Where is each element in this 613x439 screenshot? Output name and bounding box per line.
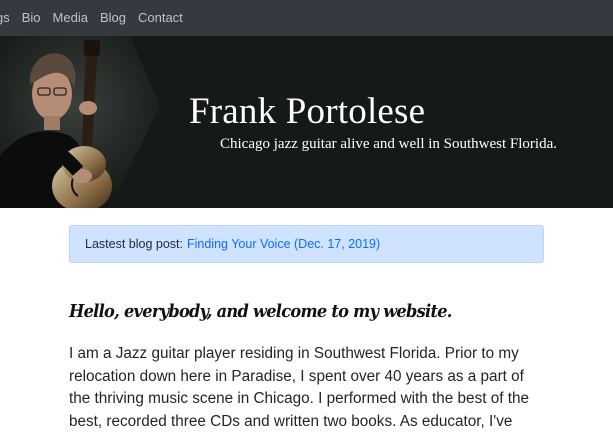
nav-link-media[interactable]: Media: [47, 0, 94, 36]
nav-links: gs Bio Media Blog Contact: [0, 0, 189, 36]
intro-line: I am a Jazz guitar player residing in So…: [69, 345, 519, 362]
nav-link-contact[interactable]: Contact: [132, 0, 189, 36]
alert-label: Lastest blog post:: [85, 237, 183, 251]
site-tagline: Chicago jazz guitar alive and well in So…: [220, 136, 558, 152]
latest-post-link[interactable]: Finding Your Voice (Dec. 17, 2019): [187, 237, 380, 251]
header-banner: Frank Portolese Chicago jazz guitar aliv…: [0, 36, 613, 208]
intro-line: relocation down here in Paradise, I spen…: [69, 367, 524, 385]
intro-line: the thriving music scene in Chicago. I p…: [69, 390, 529, 407]
nav-link-bio[interactable]: Bio: [16, 0, 47, 36]
guitarist-photo: [0, 36, 160, 208]
nav-link-blog[interactable]: Blog: [94, 0, 132, 36]
latest-post-alert: Lastest blog post: Finding Your Voice (D…: [69, 225, 544, 263]
top-navbar: gs Bio Media Blog Contact: [0, 0, 613, 36]
welcome-heading: Hello, everybody, and welcome to my webs…: [69, 301, 452, 322]
site-title: Frank Portolese: [189, 91, 426, 132]
intro-line: best, recorded three CDs and written two…: [69, 412, 513, 430]
intro-paragraph: I am a Jazz guitar player residing in So…: [69, 343, 559, 433]
nav-link-partial[interactable]: gs: [0, 0, 16, 36]
